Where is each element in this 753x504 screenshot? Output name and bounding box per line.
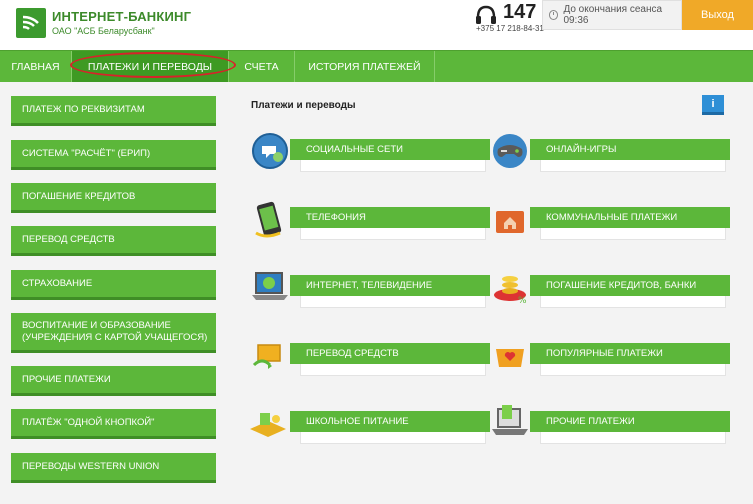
- laptop-globe-icon: [252, 272, 288, 300]
- tile-label: КОММУНАЛЬНЫЕ ПЛАТЕЖИ: [530, 207, 730, 228]
- sidebar-item-other[interactable]: ПРОЧИЕ ПЛАТЕЖИ: [11, 366, 216, 396]
- headset-icon: [476, 5, 496, 24]
- sidebar-item-requisites[interactable]: ПЛАТЕЖ ПО РЕКВИЗИТАМ: [11, 96, 216, 126]
- nav-item-payments[interactable]: ПЛАТЕЖИ И ПЕРЕВОДЫ: [72, 51, 229, 82]
- brand-title: ИНТЕРНЕТ-БАНКИНГ: [52, 9, 192, 24]
- tile-telephony[interactable]: ТЕЛЕФОНИЯ: [255, 201, 490, 247]
- tile-underline: [540, 160, 726, 172]
- sidebar-item-western-union[interactable]: ПЕРЕВОДЫ WESTERN UNION: [11, 453, 216, 483]
- tile-utilities[interactable]: КОММУНАЛЬНЫЕ ПЛАТЕЖИ: [496, 207, 730, 247]
- nav-item-home[interactable]: ГЛАВНАЯ: [0, 51, 72, 82]
- social-networks-icon: [252, 133, 288, 169]
- laptop-receipt-icon: [492, 405, 528, 435]
- tile-label: ОНЛАЙН-ИГРЫ: [530, 139, 730, 160]
- tile-label: СОЦИАЛЬНЫЕ СЕТИ: [290, 139, 490, 160]
- tile-other-payments[interactable]: ПРОЧИЕ ПЛАТЕЖИ: [492, 405, 730, 451]
- tile-label: ПЕРЕВОД СРЕДСТВ: [290, 343, 490, 364]
- tile-label: ИНТЕРНЕТ, ТЕЛЕВИДЕНИЕ: [290, 275, 490, 296]
- tile-school-food[interactable]: ШКОЛЬНОЕ ПИТАНИЕ: [250, 411, 490, 451]
- tile-underline: [300, 160, 486, 172]
- tile-underline: [540, 296, 726, 308]
- clock-icon: [549, 10, 559, 20]
- tile-credits-banks[interactable]: ПОГАШЕНИЕ КРЕДИТОВ, БАНКИ %: [494, 275, 730, 315]
- sidebar-item-erip[interactable]: СИСТЕМА "РАСЧЁТ" (ЕРИП): [11, 140, 216, 170]
- info-button[interactable]: i: [702, 95, 724, 115]
- sidebar-item-insurance[interactable]: СТРАХОВАНИЕ: [11, 270, 216, 300]
- school-food-icon: [250, 413, 286, 437]
- smartphone-icon: [255, 201, 282, 238]
- tile-label: ПОГАШЕНИЕ КРЕДИТОВ, БАНКИ: [530, 275, 730, 296]
- tile-label: ПОПУЛЯРНЫЕ ПЛАТЕЖИ: [530, 343, 730, 364]
- session-timer: До окончания сеанса 09:36: [542, 0, 682, 30]
- sidebar-item-transfer[interactable]: ПЕРЕВОД СРЕДСТВ: [11, 226, 216, 256]
- tile-money-transfer[interactable]: ПЕРЕВОД СРЕДСТВ: [252, 343, 490, 383]
- section-title: Платежи и переводы: [251, 100, 356, 111]
- tile-popular-payments[interactable]: ПОПУЛЯРНЫЕ ПЛАТЕЖИ: [496, 343, 730, 383]
- phone-long-number: +375 17 218-84-31: [476, 24, 544, 33]
- tile-underline: [300, 296, 486, 308]
- nav-item-history[interactable]: ИСТОРИЯ ПЛАТЕЖЕЙ: [295, 51, 435, 82]
- tile-internet-tv[interactable]: ИНТЕРНЕТ, ТЕЛЕВИДЕНИЕ: [252, 272, 490, 315]
- house-icon: [496, 211, 524, 233]
- logout-button[interactable]: Выход: [682, 0, 753, 30]
- tile-underline: [540, 432, 726, 444]
- phone-short-number: 147: [503, 1, 537, 23]
- sidebar-item-education[interactable]: ВОСПИТАНИЕ И ОБРАЗОВАНИЕ (УЧРЕЖДЕНИЯ С К…: [11, 313, 216, 353]
- tile-underline: [300, 432, 486, 444]
- heart-box-icon: [496, 349, 524, 367]
- money-transfer-icon: [252, 344, 281, 369]
- coins-icon: %: [494, 276, 527, 306]
- tile-online-games[interactable]: ОНЛАЙН-ИГРЫ: [493, 134, 730, 179]
- brand-subtitle: ОАО "АСБ Беларусбанк": [52, 26, 155, 36]
- svg-text:%: %: [518, 296, 527, 306]
- tile-social-networks[interactable]: СОЦИАЛЬНЫЕ СЕТИ: [252, 133, 490, 179]
- tile-label: ПРОЧИЕ ПЛАТЕЖИ: [530, 411, 730, 432]
- bank-logo-icon: [16, 8, 46, 38]
- gamepad-icon: [493, 134, 527, 168]
- main-nav: ГЛАВНАЯ ПЛАТЕЖИ И ПЕРЕВОДЫ СЧЕТА ИСТОРИЯ…: [0, 50, 753, 82]
- tile-underline: [300, 228, 486, 240]
- tile-underline: [540, 364, 726, 376]
- session-text: До окончания сеанса 09:36: [563, 4, 663, 26]
- tile-underline: [300, 364, 486, 376]
- tile-label: ШКОЛЬНОЕ ПИТАНИЕ: [290, 411, 490, 432]
- tile-underline: [540, 228, 726, 240]
- tile-label: ТЕЛЕФОНИЯ: [290, 207, 490, 228]
- sidebar-item-one-button[interactable]: ПЛАТЁЖ "ОДНОЙ КНОПКОЙ": [11, 409, 216, 439]
- nav-item-accounts[interactable]: СЧЕТА: [229, 51, 295, 82]
- sidebar-item-credits[interactable]: ПОГАШЕНИЕ КРЕДИТОВ: [11, 183, 216, 213]
- header: ИНТЕРНЕТ-БАНКИНГ ОАО "АСБ Беларусбанк" 1…: [0, 0, 753, 50]
